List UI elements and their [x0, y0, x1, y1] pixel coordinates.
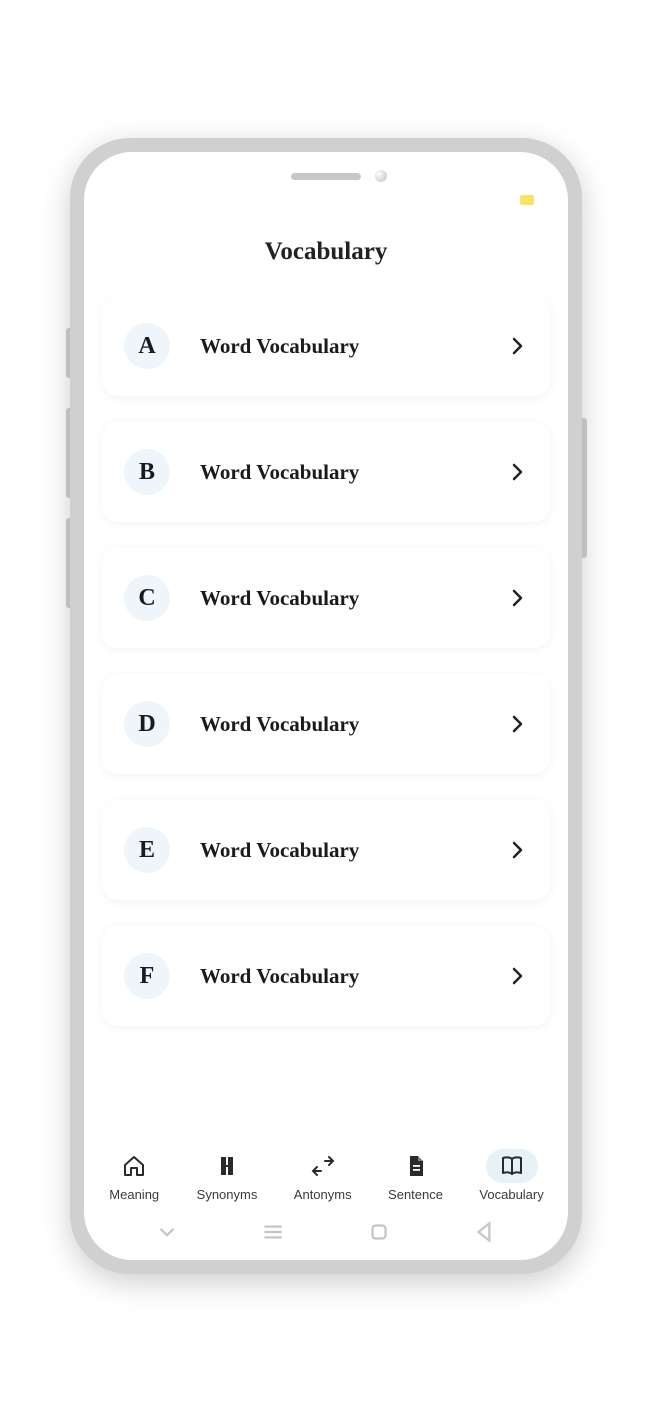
bottom-nav: Meaning Synonyms Antonyms	[84, 1137, 568, 1210]
letter-badge: C	[124, 575, 170, 621]
nav-label: Antonyms	[294, 1187, 352, 1202]
list-item-label: Word Vocabulary	[200, 838, 508, 863]
list-item[interactable]: B Word Vocabulary	[102, 422, 550, 522]
nav-label: Meaning	[109, 1187, 159, 1202]
nav-item-meaning[interactable]: Meaning	[106, 1145, 162, 1206]
synonyms-icon	[215, 1154, 239, 1178]
document-icon	[404, 1154, 428, 1178]
nav-item-antonyms[interactable]: Antonyms	[292, 1145, 354, 1206]
list-item[interactable]: E Word Vocabulary	[102, 800, 550, 900]
side-button	[66, 408, 70, 498]
nav-label: Sentence	[388, 1187, 443, 1202]
list-item[interactable]: C Word Vocabulary	[102, 548, 550, 648]
chevron-right-icon	[508, 462, 528, 482]
letter-badge: A	[124, 323, 170, 369]
chevron-right-icon	[508, 588, 528, 608]
chevron-right-icon	[508, 966, 528, 986]
nav-item-sentence[interactable]: Sentence	[386, 1145, 445, 1206]
nav-item-synonyms[interactable]: Synonyms	[195, 1145, 260, 1206]
status-bar	[84, 190, 568, 210]
android-recents-button[interactable]	[260, 1219, 286, 1245]
android-nav-bar	[84, 1210, 568, 1260]
nav-item-vocabulary[interactable]: Vocabulary	[477, 1145, 545, 1206]
list-item-label: Word Vocabulary	[200, 712, 508, 737]
speaker-grille	[291, 173, 361, 180]
list-item-label: Word Vocabulary	[200, 586, 508, 611]
front-camera	[375, 170, 387, 182]
letter-badge: D	[124, 701, 170, 747]
letter-badge: E	[124, 827, 170, 873]
chevron-right-icon	[508, 336, 528, 356]
list-item[interactable]: D Word Vocabulary	[102, 674, 550, 774]
page-title: Vocabulary	[84, 238, 568, 266]
book-icon	[500, 1154, 524, 1178]
nav-label: Synonyms	[197, 1187, 258, 1202]
vocabulary-list: A Word Vocabulary B Word Vocabulary C Wo…	[84, 296, 568, 1137]
list-item[interactable]: A Word Vocabulary	[102, 296, 550, 396]
list-item-label: Word Vocabulary	[200, 460, 508, 485]
chevron-right-icon	[508, 840, 528, 860]
header: Vocabulary	[84, 210, 568, 296]
phone-frame: Vocabulary A Word Vocabulary B Word Voca…	[70, 138, 582, 1274]
list-item-label: Word Vocabulary	[200, 334, 508, 359]
android-more-button[interactable]	[154, 1219, 180, 1245]
home-icon	[122, 1154, 146, 1178]
side-button	[66, 518, 70, 608]
antonyms-icon	[311, 1154, 335, 1178]
chevron-right-icon	[508, 714, 528, 734]
screen: Vocabulary A Word Vocabulary B Word Voca…	[84, 152, 568, 1260]
letter-badge: B	[124, 449, 170, 495]
letter-badge: F	[124, 953, 170, 999]
nav-label: Vocabulary	[479, 1187, 543, 1202]
android-back-button[interactable]	[472, 1219, 498, 1245]
side-button	[66, 328, 70, 378]
android-home-button[interactable]	[366, 1219, 392, 1245]
battery-icon	[520, 195, 534, 205]
list-item-label: Word Vocabulary	[200, 964, 508, 989]
side-button	[582, 418, 587, 558]
list-item[interactable]: F Word Vocabulary	[102, 926, 550, 1026]
device-notch	[84, 162, 568, 190]
